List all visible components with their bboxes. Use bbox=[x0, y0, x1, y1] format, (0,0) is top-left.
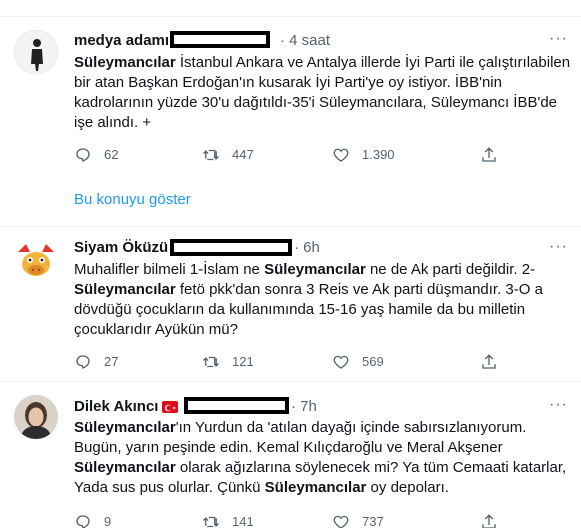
avatar[interactable] bbox=[14, 395, 58, 439]
reply-button[interactable]: 9 bbox=[74, 512, 111, 528]
retweet-button[interactable]: 447 bbox=[202, 145, 254, 165]
tweet-actions: 62 447 1.390 bbox=[74, 145, 534, 165]
retweet-count: 447 bbox=[232, 147, 254, 162]
tweet-actions: 27 121 569 bbox=[74, 352, 534, 372]
text-bold: Süleymancılar bbox=[264, 261, 366, 278]
text-bold: Süleymancılar bbox=[74, 459, 176, 476]
retweet-count: 121 bbox=[232, 354, 254, 369]
redacted-handle bbox=[170, 31, 270, 48]
tweet-actions: 9 141 737 bbox=[74, 512, 534, 528]
reply-count: 9 bbox=[104, 514, 112, 528]
reply-button[interactable]: 62 bbox=[74, 145, 118, 165]
retweet-button[interactable]: 121 bbox=[202, 352, 254, 372]
like-icon bbox=[333, 355, 349, 369]
share-icon bbox=[482, 354, 496, 369]
like-button[interactable]: 737 bbox=[332, 512, 384, 528]
like-count: 1.390 bbox=[362, 147, 395, 162]
author-name[interactable]: Dilek Akıncı bbox=[74, 398, 158, 416]
more-icon[interactable]: ··· bbox=[549, 397, 568, 413]
reply-count: 27 bbox=[104, 354, 119, 369]
text-part: oy depoları. bbox=[366, 479, 449, 496]
time-label: 4 saat bbox=[289, 32, 331, 49]
like-count: 569 bbox=[362, 354, 384, 369]
like-count: 737 bbox=[362, 514, 384, 528]
time-dot: · bbox=[280, 32, 290, 49]
avatar[interactable] bbox=[14, 30, 58, 74]
reply-icon bbox=[76, 355, 90, 369]
reply-count: 62 bbox=[104, 147, 119, 162]
text-bold: Süleymancılar bbox=[264, 479, 367, 496]
text-bold: Süleymancılar bbox=[74, 281, 176, 298]
like-button[interactable]: 569 bbox=[332, 352, 384, 372]
more-icon[interactable]: ··· bbox=[549, 239, 568, 255]
avatar[interactable] bbox=[14, 238, 58, 282]
show-thread-link[interactable]: Bu konuyu göster bbox=[74, 190, 191, 210]
retweet-icon bbox=[203, 149, 219, 161]
tweet-time[interactable]: · 6h bbox=[294, 239, 320, 257]
share-icon bbox=[482, 514, 496, 528]
tweet-2[interactable]: Siyam Öküzü · 6h ··· Muhalifler bilmeli … bbox=[0, 227, 581, 380]
time-dot: · bbox=[294, 239, 304, 256]
redacted-handle bbox=[184, 397, 289, 414]
time-dot: · bbox=[291, 398, 301, 415]
retweet-icon bbox=[203, 516, 219, 528]
tweet-text: Süleymancılar'ın Yurdun da 'atılan dayağ… bbox=[74, 418, 572, 498]
author-name[interactable]: medya adamı bbox=[74, 32, 169, 50]
tweet-text: Muhalifler bilmeli 1-İslam ne Süleymancı… bbox=[74, 260, 572, 340]
text-bold: Süleymancılar bbox=[74, 419, 176, 436]
retweet-count: 141 bbox=[232, 514, 254, 528]
tweet-3[interactable]: Dilek Akıncı · 7h ··· Süleymancılar'ın Y… bbox=[0, 382, 581, 528]
time-label: 6h bbox=[303, 239, 320, 256]
share-button[interactable] bbox=[480, 512, 498, 528]
tweet-1[interactable]: medya adamı · 4 saat ··· Süleymancılar İ… bbox=[0, 17, 581, 226]
tweet-time[interactable]: · 7h bbox=[291, 398, 317, 416]
more-icon[interactable]: ··· bbox=[549, 31, 568, 47]
share-button[interactable] bbox=[480, 352, 498, 372]
redacted-handle bbox=[170, 239, 292, 256]
tweet-text: Süleymancılar İstanbul Ankara ve Antalya… bbox=[74, 53, 572, 133]
retweet-button[interactable]: 141 bbox=[202, 512, 254, 528]
reply-icon bbox=[76, 515, 90, 528]
tweet-time[interactable]: · 4 saat bbox=[280, 32, 330, 50]
reply-button[interactable]: 27 bbox=[74, 352, 118, 372]
retweet-icon bbox=[203, 356, 219, 368]
like-icon bbox=[333, 515, 349, 528]
text-part: ne de Ak parti değildir. 2- bbox=[365, 261, 536, 278]
reply-icon bbox=[76, 148, 90, 162]
author-name[interactable]: Siyam Öküzü bbox=[74, 239, 168, 257]
turkey-flag-icon bbox=[162, 401, 178, 413]
share-button[interactable] bbox=[480, 145, 498, 165]
time-label: 7h bbox=[300, 398, 317, 415]
text-bold: Süleymancılar bbox=[74, 54, 176, 71]
like-icon bbox=[333, 148, 349, 162]
like-button[interactable]: 1.390 bbox=[332, 145, 395, 165]
share-icon bbox=[482, 147, 496, 162]
text-part: Muhalifler bilmeli 1-İslam ne bbox=[74, 261, 265, 278]
